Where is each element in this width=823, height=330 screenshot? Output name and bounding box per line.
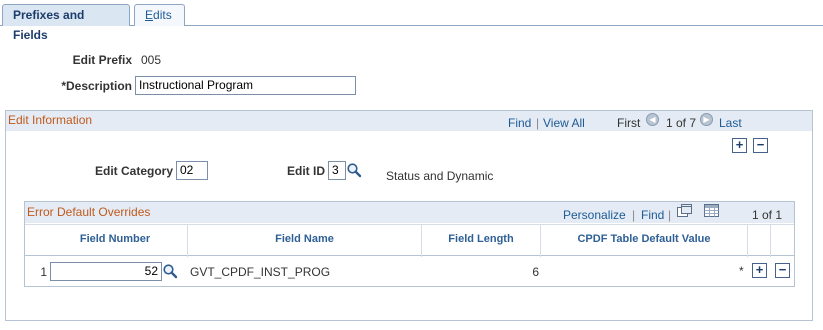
edit-id-label: Edit ID: [287, 164, 325, 178]
field-number-lookup-icon[interactable]: [162, 263, 178, 279]
grid-title: Error Default Overrides: [27, 205, 151, 219]
grid-row-count: 1 of 1: [752, 208, 783, 222]
column-header-cpdf-default-value[interactable]: CPDF Table Default Value: [541, 233, 747, 245]
edit-id-description: Status and Dynamic: [386, 169, 494, 183]
previous-row-icon[interactable]: ◀: [646, 113, 659, 126]
edit-prefix-value: 005: [141, 53, 162, 67]
changed-marker: *: [739, 264, 744, 278]
row-count: 1 of 7: [666, 116, 697, 130]
view-all-link[interactable]: View All: [543, 116, 585, 130]
grid-delete-row-button[interactable]: −: [775, 263, 790, 278]
view-in-new-window-icon[interactable]: [677, 204, 692, 218]
last-link[interactable]: Last: [719, 116, 742, 130]
delete-row-button[interactable]: −: [753, 138, 768, 153]
next-row-icon[interactable]: ▶: [700, 113, 713, 126]
personalize-link[interactable]: Personalize: [563, 208, 626, 222]
grid-separator: |: [632, 208, 636, 222]
description-input[interactable]: Instructional Program: [135, 76, 356, 95]
tab-edits[interactable]: Edits: [134, 4, 185, 26]
edit-information-title: Edit Information: [8, 113, 93, 127]
field-length-value: 6: [532, 265, 539, 279]
edit-category-label: Edit Category: [94, 164, 173, 178]
column-header-field-number[interactable]: Field Number: [40, 233, 190, 245]
tab-edits-label: dits: [153, 8, 172, 22]
grid-add-row-button[interactable]: +: [752, 263, 767, 278]
add-row-button[interactable]: +: [732, 138, 747, 153]
edit-id-lookup-icon[interactable]: [346, 162, 362, 178]
row-number: 1: [40, 265, 47, 279]
field-number-input[interactable]: 52: [50, 262, 162, 281]
description-label: *Description: [61, 79, 132, 93]
column-header-field-length[interactable]: Field Length: [422, 233, 540, 245]
first-label: First: [617, 116, 641, 130]
field-name-value: GVT_CPDF_INST_PROG: [190, 265, 331, 279]
download-spreadsheet-icon[interactable]: [704, 204, 719, 218]
tab-prefixes-and-fields[interactable]: Prefixes and Fields: [2, 4, 130, 42]
edit-prefix-label: Edit Prefix: [72, 53, 132, 67]
edit-id-input[interactable]: 3: [328, 161, 346, 180]
edit-category-input[interactable]: 02: [176, 161, 208, 180]
column-header-field-name[interactable]: Field Name: [188, 233, 421, 245]
grid-find-link[interactable]: Find: [641, 208, 664, 222]
nav-separator: |: [536, 116, 540, 130]
find-link[interactable]: Find: [508, 116, 531, 130]
grid-separator-2: |: [668, 208, 672, 222]
tab-edits-mnemonic: E: [145, 8, 154, 22]
